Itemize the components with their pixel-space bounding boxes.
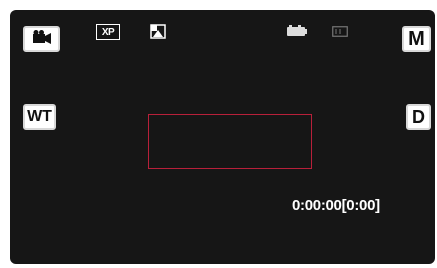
focus-frame (148, 114, 312, 169)
camera-screen-frame: XP M WT D 0:00:00[0:00] (0, 0, 437, 268)
manual-mode-label: M (408, 28, 425, 50)
sd-card-icon (332, 26, 348, 37)
zoom-button[interactable]: WT (23, 104, 56, 130)
recording-mode-button[interactable] (23, 26, 60, 52)
video-quality-label: XP (101, 26, 115, 38)
manual-mode-button[interactable]: M (402, 26, 431, 52)
camera-lcd-screen: XP M WT D 0:00:00[0:00] (10, 10, 435, 264)
zoom-label: WT (27, 108, 52, 125)
display-label: D (412, 107, 425, 127)
battery-icon (286, 24, 308, 38)
scene-mode-icon (150, 24, 166, 39)
video-quality-indicator: XP (96, 24, 120, 40)
recording-timecode: 0:00:00[0:00] (292, 197, 380, 214)
display-button[interactable]: D (406, 104, 431, 130)
video-camera-icon (31, 29, 53, 49)
